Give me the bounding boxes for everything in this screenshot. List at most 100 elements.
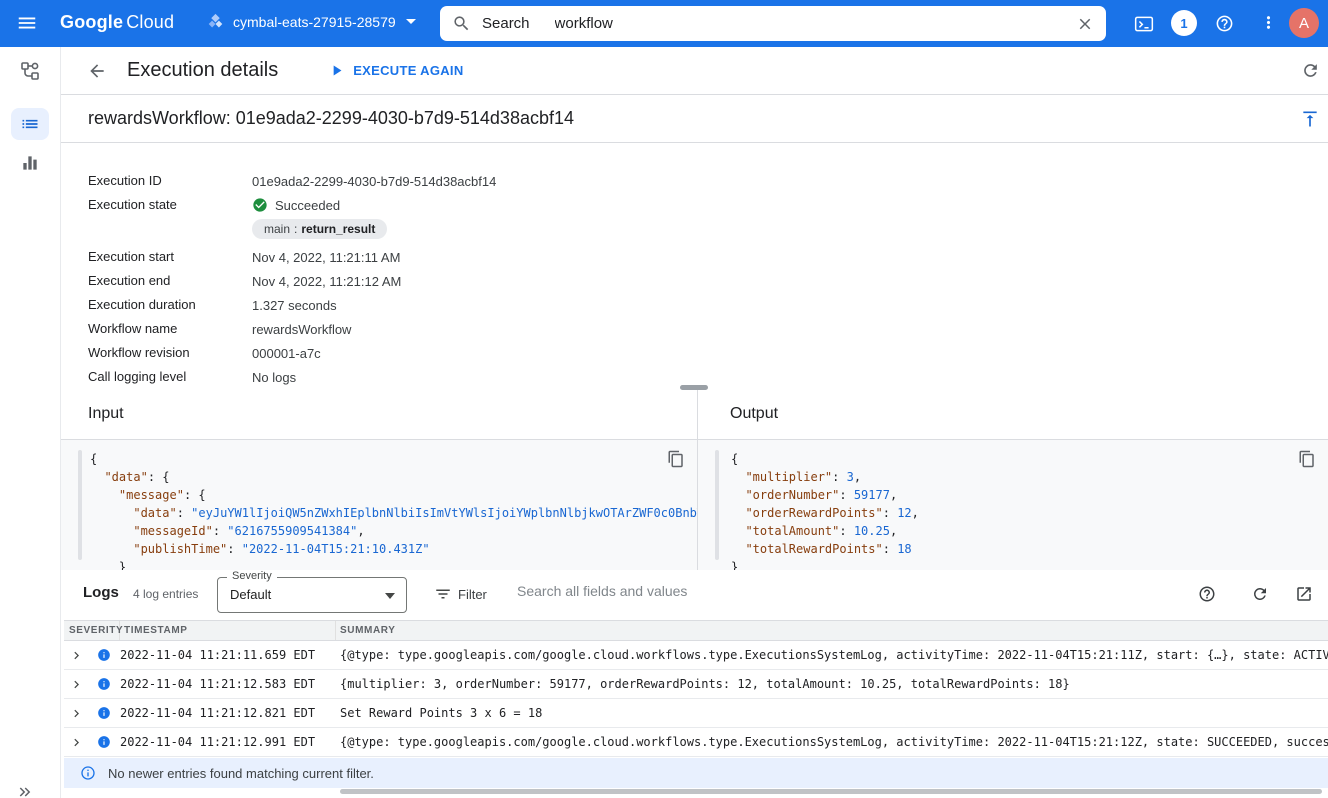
log-table-header: SEVERITY TIMESTAMP SUMMARY (64, 620, 1328, 641)
sidebar-item-executions[interactable] (11, 108, 49, 140)
detail-label: Execution duration (88, 293, 252, 317)
detail-label: Workflow name (88, 317, 252, 341)
google-cloud-logo[interactable]: GoogleCloud (60, 12, 174, 33)
log-timestamp: 2022-11-04 11:21:11.659 EDT (120, 648, 336, 662)
expand-row-chevron-icon[interactable] (64, 648, 88, 663)
pane-divider[interactable] (697, 390, 698, 570)
menu-icon[interactable] (16, 12, 38, 34)
filter-button[interactable]: Filter (434, 585, 487, 603)
log-rows: 2022-11-04 11:21:11.659 EDT {@type: type… (64, 641, 1328, 757)
play-icon (328, 62, 345, 79)
info-severity-icon (88, 735, 120, 749)
info-severity-icon (88, 648, 120, 662)
detail-label: Execution state (88, 193, 252, 217)
horizontal-scrollbar[interactable] (340, 789, 1322, 794)
open-in-new-icon[interactable] (1295, 585, 1313, 603)
logs-refresh-icon[interactable] (1251, 585, 1269, 603)
detail-value: Nov 4, 2022, 11:21:12 AM (252, 269, 401, 293)
detail-text: Nov 4, 2022, 11:21:11 AM (252, 250, 400, 265)
output-scrollbar[interactable] (715, 450, 719, 560)
cloud-shell-icon[interactable] (1134, 14, 1154, 34)
expand-panel-icon[interactable] (16, 783, 34, 798)
log-row[interactable]: 2022-11-04 11:21:11.659 EDT {@type: type… (64, 641, 1328, 670)
collapse-section-icon[interactable] (1300, 109, 1320, 129)
detail-row: Execution start Nov 4, 2022, 11:21:11 AM (88, 245, 1328, 269)
detail-value: 01e9ada2-2299-4030-b7d9-514d38acbf14 (252, 169, 496, 193)
logs-title: Logs (83, 584, 119, 601)
expand-row-chevron-icon[interactable] (64, 677, 88, 692)
info-outline-icon (80, 765, 96, 781)
expand-row-chevron-icon[interactable] (64, 706, 88, 721)
chip-step-name: main (264, 222, 290, 236)
severity-value: Default (230, 587, 271, 602)
severity-select[interactable]: Severity Default (217, 577, 407, 613)
detail-value: Succeeded main:return_result (252, 193, 387, 245)
metrics-icon (20, 153, 40, 173)
column-header-timestamp[interactable]: TIMESTAMP (120, 621, 336, 640)
detail-row: Call logging level No logs (88, 365, 1328, 389)
detail-row: Execution end Nov 4, 2022, 11:21:12 AM (88, 269, 1328, 293)
detail-value: rewardsWorkflow (252, 317, 351, 341)
detail-text: 01e9ada2-2299-4030-b7d9-514d38acbf14 (252, 174, 496, 189)
success-check-icon (252, 197, 268, 213)
sidebar-item-metrics[interactable] (20, 153, 40, 173)
dropdown-caret-icon (385, 593, 395, 599)
detail-text: 000001-a7c (252, 346, 321, 361)
input-pane-title: Input (88, 405, 124, 423)
logs-count: 4 log entries (133, 587, 198, 601)
log-summary: Set Reward Points 3 x 6 = 18 (336, 706, 1328, 720)
more-options-icon[interactable] (1259, 13, 1278, 32)
back-arrow-icon[interactable] (87, 61, 107, 81)
filter-label: Filter (458, 587, 487, 602)
search-input[interactable] (555, 15, 1076, 32)
refresh-icon[interactable] (1301, 61, 1320, 80)
project-switcher[interactable]: cymbal-eats-27915-28579 (207, 13, 416, 30)
log-timestamp: 2022-11-04 11:21:12.821 EDT (120, 706, 336, 720)
output-pane-title: Output (730, 405, 778, 423)
log-summary: {@type: type.googleapis.com/google.cloud… (336, 648, 1328, 662)
app-header: GoogleCloud cymbal-eats-27915-28579 Sear… (0, 0, 1328, 47)
detail-row: Workflow name rewardsWorkflow (88, 317, 1328, 341)
help-icon[interactable] (1215, 14, 1234, 33)
logs-search-input[interactable] (517, 583, 947, 599)
severity-label: Severity (227, 570, 277, 582)
log-timestamp: 2022-11-04 11:21:12.991 EDT (120, 735, 336, 749)
detail-label: Workflow revision (88, 341, 252, 365)
log-row[interactable]: 2022-11-04 11:21:12.821 EDT Set Reward P… (64, 699, 1328, 728)
avatar[interactable]: A (1289, 8, 1319, 38)
clear-search-icon[interactable] (1076, 15, 1094, 33)
page-toolbar: Execution details EXECUTE AGAIN (61, 47, 1328, 95)
input-scrollbar[interactable] (78, 450, 82, 560)
detail-label: Execution end (88, 269, 252, 293)
copy-output-icon[interactable] (1298, 450, 1316, 468)
copy-input-icon[interactable] (667, 450, 685, 468)
log-row[interactable]: 2022-11-04 11:21:12.583 EDT {multiplier:… (64, 670, 1328, 699)
header-search[interactable]: Search (440, 6, 1106, 41)
caret-down-icon (406, 19, 416, 24)
detail-label: Execution start (88, 245, 252, 269)
detail-value: No logs (252, 365, 296, 389)
sidebar-item-workflows[interactable] (20, 61, 40, 81)
log-summary: {@type: type.googleapis.com/google.cloud… (336, 735, 1328, 749)
output-code: { "multiplier": 3, "orderNumber": 59177,… (698, 440, 1328, 570)
detail-value: 000001-a7c (252, 341, 321, 365)
detail-row: Workflow revision 000001-a7c (88, 341, 1328, 365)
execute-again-button[interactable]: EXECUTE AGAIN (328, 62, 463, 79)
notifications-badge[interactable]: 1 (1171, 10, 1197, 36)
logs-help-icon[interactable] (1198, 585, 1216, 603)
expand-row-chevron-icon[interactable] (64, 735, 88, 750)
page-title: Execution details (127, 59, 278, 82)
logs-toolbar: Logs 4 log entries Severity Default Filt… (61, 570, 1328, 620)
search-label: Search (482, 15, 530, 32)
avatar-letter: A (1299, 15, 1309, 32)
log-row[interactable]: 2022-11-04 11:21:12.991 EDT {@type: type… (64, 728, 1328, 757)
footer-notice-text: No newer entries found matching current … (108, 766, 374, 781)
detail-label: Call logging level (88, 365, 252, 389)
execution-details-list: Execution ID 01e9ada2-2299-4030-b7d9-514… (88, 169, 1328, 389)
info-severity-icon (88, 706, 120, 720)
step-chip[interactable]: main:return_result (252, 219, 387, 239)
logo-text-secondary: Cloud (126, 12, 174, 32)
column-header-summary[interactable]: SUMMARY (336, 621, 1328, 640)
workflows-icon (20, 61, 40, 81)
column-header-severity[interactable]: SEVERITY (64, 621, 120, 640)
